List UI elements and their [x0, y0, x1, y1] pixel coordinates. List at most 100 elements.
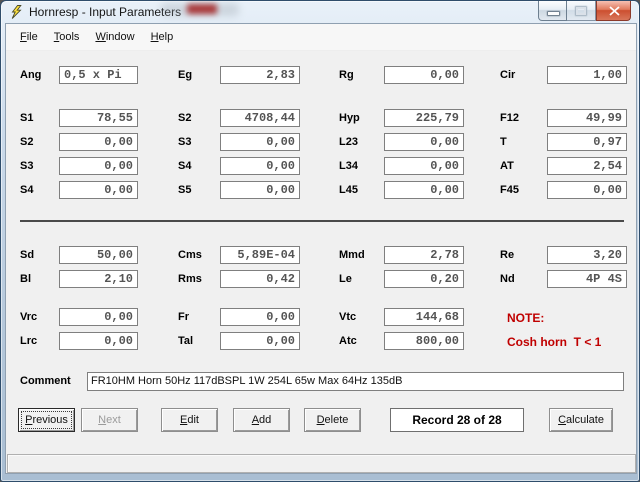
field-row: Bl 2,10 Rms 0,42 Le 0,20 Nd 4P 4S [6, 268, 636, 292]
param-field-l45[interactable]: 0,00 [384, 181, 464, 199]
param-label-s3: S3 [20, 160, 34, 172]
maximize-button [567, 1, 596, 21]
param-field-t[interactable]: 0,97 [547, 133, 627, 151]
param-field-sd[interactable]: 50,00 [59, 246, 138, 264]
window-title: Hornresp - Input Parameters [29, 5, 182, 19]
param-label-atc: Atc [339, 335, 357, 347]
note-heading: NOTE: [507, 311, 545, 325]
delete-button[interactable]: Delete [304, 408, 361, 432]
minimize-button[interactable] [538, 1, 567, 21]
param-label-le: Le [339, 273, 352, 285]
param-field-s4[interactable]: 0,00 [59, 181, 138, 199]
note-block: NOTE: Cosh horn T < 1 [507, 306, 627, 354]
param-label-f12: F12 [500, 112, 519, 124]
param-field-s3[interactable]: 0,00 [59, 157, 138, 175]
param-label-sd: Sd [20, 249, 35, 261]
param-field-l23[interactable]: 0,00 [384, 133, 464, 151]
param-label-eg: Eg [178, 69, 193, 81]
param-field-f12[interactable]: 49,99 [547, 109, 627, 127]
param-field-s2[interactable]: 0,00 [59, 133, 138, 151]
param-field-l34[interactable]: 0,00 [384, 157, 464, 175]
field-row: S3 0,00 S4 0,00 L34 0,00 AT 2,54 [6, 155, 636, 179]
param-field-hyp[interactable]: 225,79 [384, 109, 464, 127]
param-field-nd[interactable]: 4P 4S [547, 270, 627, 288]
param-field-ang[interactable]: 0,5 x Pi [59, 66, 138, 84]
param-field-s4[interactable]: 0,00 [220, 157, 300, 175]
param-label-s5: S5 [178, 184, 192, 196]
param-label-s3: S3 [178, 136, 192, 148]
window-controls [538, 1, 631, 21]
param-label-s4: S4 [178, 160, 192, 172]
section-horn-segments: S1 78,55 S2 4708,44 Hyp 225,79 F12 49,99 S2 0,00 S… [6, 107, 636, 203]
param-field-rms[interactable]: 0,42 [220, 270, 300, 288]
param-label-rg: Rg [339, 69, 354, 81]
param-field-vtc[interactable]: 144,68 [384, 308, 464, 326]
note-text: Cosh horn T < 1 [507, 335, 602, 349]
param-label-fr: Fr [178, 311, 189, 323]
field-row: Sd 50,00 Cms 5,89E-04 Mmd 2,78 Re 3,20 [6, 244, 636, 268]
field-row: S1 78,55 S2 4708,44 Hyp 225,79 F12 49,99 [6, 107, 636, 131]
param-label-l23: L23 [339, 136, 358, 148]
menu-item-help[interactable]: Help [143, 24, 182, 50]
param-field-mmd[interactable]: 2,78 [384, 246, 464, 264]
comment-row: Comment FR10HM Horn 50Hz 117dBSPL 1W 254… [6, 371, 636, 393]
section-divider [20, 220, 624, 222]
menu-item-file[interactable]: File [12, 24, 46, 50]
param-field-s3[interactable]: 0,00 [220, 133, 300, 151]
param-field-cir[interactable]: 1,00 [547, 66, 627, 84]
status-bar [7, 454, 636, 473]
param-label-at: AT [500, 160, 514, 172]
param-label-f45: F45 [500, 184, 519, 196]
param-field-s5[interactable]: 0,00 [220, 181, 300, 199]
previous-button[interactable]: Previous [18, 408, 75, 432]
param-field-tal[interactable]: 0,00 [220, 332, 300, 350]
param-label-vrc: Vrc [20, 311, 38, 323]
menu-bar: File Tools Window Help [6, 24, 636, 51]
calculate-button[interactable]: Calculate [549, 408, 613, 432]
param-label-hyp: Hyp [339, 112, 360, 124]
param-label-lrc: Lrc [20, 335, 38, 347]
next-button: Next [81, 408, 138, 432]
param-label-bl: Bl [20, 273, 31, 285]
lightning-bolt-icon [11, 5, 22, 19]
close-button[interactable] [596, 1, 631, 21]
param-field-f45[interactable]: 0,00 [547, 181, 627, 199]
field-row: S4 0,00 S5 0,00 L45 0,00 F45 0,00 [6, 179, 636, 203]
button-row: Previous Next Edit Add Delete Record 28 … [6, 408, 636, 434]
param-label-nd: Nd [500, 273, 515, 285]
param-field-vrc[interactable]: 0,00 [59, 308, 138, 326]
param-label-s2: S2 [178, 112, 192, 124]
param-field-lrc[interactable]: 0,00 [59, 332, 138, 350]
param-field-fr[interactable]: 0,00 [220, 308, 300, 326]
comment-label: Comment [20, 375, 71, 387]
param-field-cms[interactable]: 5,89E-04 [220, 246, 300, 264]
param-field-s1[interactable]: 78,55 [59, 109, 138, 127]
param-label-l34: L34 [339, 160, 358, 172]
param-label-tal: Tal [178, 335, 194, 347]
menu-item-window[interactable]: Window [87, 24, 142, 50]
section-general: Ang 0,5 x Pi Eg 2,83 Rg 0,00 Cir 1,00 [6, 64, 636, 88]
add-button[interactable]: Add [233, 408, 290, 432]
record-indicator: Record 28 of 28 [390, 408, 524, 432]
edit-button[interactable]: Edit [161, 408, 218, 432]
param-field-s2[interactable]: 4708,44 [220, 109, 300, 127]
param-label-s4: S4 [20, 184, 34, 196]
param-label-mmd: Mmd [339, 249, 365, 261]
blurred-redaction [187, 4, 217, 14]
field-row: Ang 0,5 x Pi Eg 2,83 Rg 0,00 Cir 1,00 [6, 64, 636, 88]
close-icon [609, 6, 620, 16]
menu-item-tools[interactable]: Tools [46, 24, 88, 50]
param-field-re[interactable]: 3,20 [547, 246, 627, 264]
maximize-icon [576, 7, 586, 15]
param-field-le[interactable]: 0,20 [384, 270, 464, 288]
param-field-bl[interactable]: 2,10 [59, 270, 138, 288]
param-field-at[interactable]: 2,54 [547, 157, 627, 175]
client-area: File Tools Window Help Ang 0,5 x Pi Eg 2,83 Rg 0… [5, 23, 637, 474]
title-bar[interactable]: Hornresp - Input Parameters [1, 1, 639, 23]
param-field-eg[interactable]: 2,83 [220, 66, 300, 84]
param-label-cms: Cms [178, 249, 202, 261]
param-field-rg[interactable]: 0,00 [384, 66, 464, 84]
param-field-atc[interactable]: 800,00 [384, 332, 464, 350]
comment-field[interactable]: FR10HM Horn 50Hz 117dBSPL 1W 254L 65w Ma… [87, 372, 624, 391]
param-label-t: T [500, 136, 507, 148]
